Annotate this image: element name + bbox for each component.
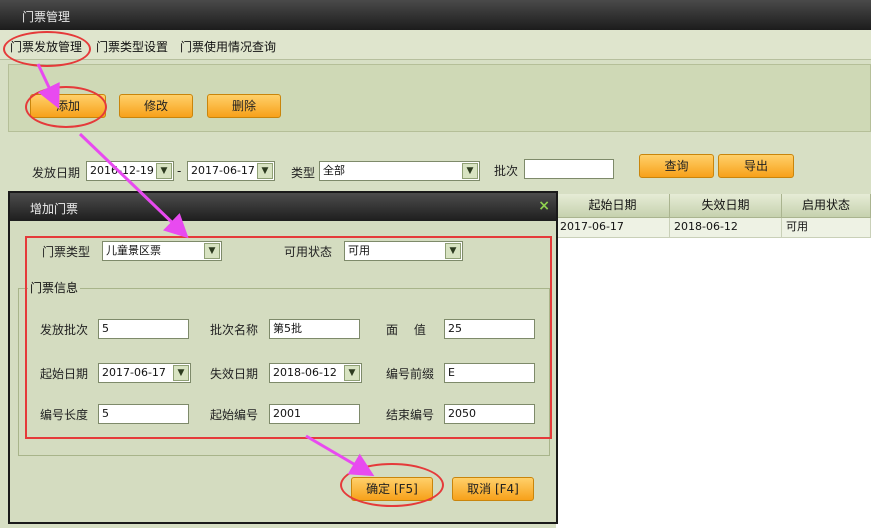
arrow-form-to-confirm bbox=[305, 434, 375, 477]
arrow-add-to-dialog bbox=[78, 132, 189, 239]
annotation-arrows bbox=[36, 63, 375, 477]
arrow-tab-to-add bbox=[36, 63, 60, 109]
